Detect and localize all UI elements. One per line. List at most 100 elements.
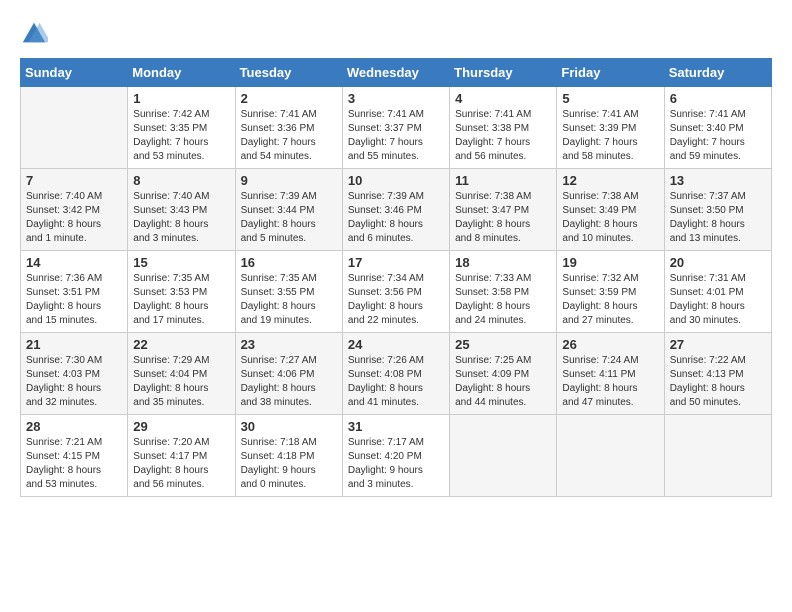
cell-info: Sunrise: 7:18 AMSunset: 4:18 PMDaylight:… <box>241 436 337 492</box>
cell-info: Sunrise: 7:40 AMSunset: 3:42 PMDaylight:… <box>26 190 122 246</box>
calendar-cell: 11 Sunrise: 7:38 AMSunset: 3:47 PMDayligh… <box>450 169 557 251</box>
day-number: 26 <box>562 337 658 352</box>
cell-info: Sunrise: 7:39 AMSunset: 3:44 PMDaylight:… <box>241 190 337 246</box>
calendar-cell <box>664 415 771 497</box>
cell-info: Sunrise: 7:26 AMSunset: 4:08 PMDaylight:… <box>348 354 444 410</box>
calendar-cell: 16Sunrise: 7:35 AMSunset: 3:55 PMDayligh… <box>235 251 342 333</box>
cell-info: Sunrise: 7:39 AMSunset: 3:46 PMDaylight:… <box>348 190 444 246</box>
day-of-week-header: Friday <box>557 59 664 87</box>
cell-info: Sunrise: 7:30 AMSunset: 4:03 PMDaylight:… <box>26 354 122 410</box>
calendar-cell: 25 Sunrise: 7:25 AMSunset: 4:09 PMDayligh… <box>450 333 557 415</box>
calendar-cell: 26 Sunrise: 7:24 AMSunset: 4:11 PMDayligh… <box>557 333 664 415</box>
day-number: 7 <box>26 173 122 188</box>
calendar-cell: 10Sunrise: 7:39 AMSunset: 3:46 PMDayligh… <box>342 169 449 251</box>
calendar-cell <box>450 415 557 497</box>
calendar-cell: 24 Sunrise: 7:26 AMSunset: 4:08 PMDayligh… <box>342 333 449 415</box>
day-number: 5 <box>562 91 658 106</box>
day-number: 1 <box>133 91 229 106</box>
calendar-cell <box>21 87 128 169</box>
day-number: 14 <box>26 255 122 270</box>
day-number: 15 <box>133 255 229 270</box>
cell-info: Sunrise: 7:17 AMSunset: 4:20 PMDaylight:… <box>348 436 444 492</box>
day-number: 28 <box>26 419 122 434</box>
day-of-week-header: Wednesday <box>342 59 449 87</box>
cell-info: Sunrise: 7:31 AMSunset: 4:01 PMDaylight:… <box>670 272 766 328</box>
day-number: 8 <box>133 173 229 188</box>
day-number: 31 <box>348 419 444 434</box>
calendar-cell <box>557 415 664 497</box>
calendar-cell: 15 Sunrise: 7:35 AMSunset: 3:53 PMDayligh… <box>128 251 235 333</box>
calendar-cell: 20 Sunrise: 7:31 AMSunset: 4:01 PMDayligh… <box>664 251 771 333</box>
day-number: 20 <box>670 255 766 270</box>
calendar-week-row: 14Sunrise: 7:36 AMSunset: 3:51 PMDayligh… <box>21 251 772 333</box>
day-number: 2 <box>241 91 337 106</box>
cell-info: Sunrise: 7:21 AMSunset: 4:15 PMDaylight:… <box>26 436 122 492</box>
cell-info: Sunrise: 7:41 AMSunset: 3:39 PMDaylight:… <box>562 108 658 164</box>
calendar-cell: 1 Sunrise: 7:42 AMSunset: 3:35 PMDaylight… <box>128 87 235 169</box>
cell-info: Sunrise: 7:33 AMSunset: 3:58 PMDaylight:… <box>455 272 551 328</box>
calendar-cell: 6 Sunrise: 7:41 AMSunset: 3:40 PMDaylight… <box>664 87 771 169</box>
cell-info: Sunrise: 7:41 AMSunset: 3:37 PMDaylight:… <box>348 108 444 164</box>
calendar-cell: 21 Sunrise: 7:30 AMSunset: 4:03 PMDayligh… <box>21 333 128 415</box>
day-number: 17 <box>348 255 444 270</box>
day-number: 3 <box>348 91 444 106</box>
cell-info: Sunrise: 7:35 AMSunset: 3:55 PMDaylight:… <box>241 272 337 328</box>
calendar-cell: 7 Sunrise: 7:40 AMSunset: 3:42 PMDaylight… <box>21 169 128 251</box>
day-number: 11 <box>455 173 551 188</box>
calendar-cell: 5 Sunrise: 7:41 AMSunset: 3:39 PMDaylight… <box>557 87 664 169</box>
calendar-cell: 13 Sunrise: 7:37 AMSunset: 3:50 PMDayligh… <box>664 169 771 251</box>
cell-info: Sunrise: 7:24 AMSunset: 4:11 PMDaylight:… <box>562 354 658 410</box>
cell-info: Sunrise: 7:35 AMSunset: 3:53 PMDaylight:… <box>133 272 229 328</box>
cell-info: Sunrise: 7:22 AMSunset: 4:13 PMDaylight:… <box>670 354 766 410</box>
day-of-week-header: Thursday <box>450 59 557 87</box>
cell-info: Sunrise: 7:20 AMSunset: 4:17 PMDaylight:… <box>133 436 229 492</box>
calendar-cell: 14Sunrise: 7:36 AMSunset: 3:51 PMDayligh… <box>21 251 128 333</box>
day-of-week-header: Saturday <box>664 59 771 87</box>
cell-info: Sunrise: 7:41 AMSunset: 3:38 PMDaylight:… <box>455 108 551 164</box>
cell-info: Sunrise: 7:38 AMSunset: 3:49 PMDaylight:… <box>562 190 658 246</box>
calendar-week-row: 21 Sunrise: 7:30 AMSunset: 4:03 PMDayligh… <box>21 333 772 415</box>
calendar-cell: 4Sunrise: 7:41 AMSunset: 3:38 PMDaylight… <box>450 87 557 169</box>
cell-info: Sunrise: 7:27 AMSunset: 4:06 PMDaylight:… <box>241 354 337 410</box>
calendar-cell: 27 Sunrise: 7:22 AMSunset: 4:13 PMDayligh… <box>664 333 771 415</box>
cell-info: Sunrise: 7:41 AMSunset: 3:36 PMDaylight:… <box>241 108 337 164</box>
day-number: 25 <box>455 337 551 352</box>
calendar-cell: 23 Sunrise: 7:27 AMSunset: 4:06 PMDayligh… <box>235 333 342 415</box>
calendar-body: 1 Sunrise: 7:42 AMSunset: 3:35 PMDaylight… <box>21 87 772 497</box>
cell-info: Sunrise: 7:38 AMSunset: 3:47 PMDaylight:… <box>455 190 551 246</box>
cell-info: Sunrise: 7:41 AMSunset: 3:40 PMDaylight:… <box>670 108 766 164</box>
calendar-header: SundayMondayTuesdayWednesdayThursdayFrid… <box>21 59 772 87</box>
calendar-table: SundayMondayTuesdayWednesdayThursdayFrid… <box>20 58 772 497</box>
day-number: 30 <box>241 419 337 434</box>
calendar-cell: 22Sunrise: 7:29 AMSunset: 4:04 PMDayligh… <box>128 333 235 415</box>
calendar-cell: 18 Sunrise: 7:33 AMSunset: 3:58 PMDayligh… <box>450 251 557 333</box>
day-number: 22 <box>133 337 229 352</box>
day-number: 13 <box>670 173 766 188</box>
day-number: 6 <box>670 91 766 106</box>
calendar-cell: 3 Sunrise: 7:41 AMSunset: 3:37 PMDaylight… <box>342 87 449 169</box>
day-number: 21 <box>26 337 122 352</box>
calendar-cell: 31 Sunrise: 7:17 AMSunset: 4:20 PMDayligh… <box>342 415 449 497</box>
cell-info: Sunrise: 7:34 AMSunset: 3:56 PMDaylight:… <box>348 272 444 328</box>
calendar-cell: 29 Sunrise: 7:20 AMSunset: 4:17 PMDayligh… <box>128 415 235 497</box>
day-number: 27 <box>670 337 766 352</box>
day-number: 9 <box>241 173 337 188</box>
logo <box>20 20 50 48</box>
day-number: 29 <box>133 419 229 434</box>
calendar-cell: 12Sunrise: 7:38 AMSunset: 3:49 PMDayligh… <box>557 169 664 251</box>
cell-info: Sunrise: 7:25 AMSunset: 4:09 PMDaylight:… <box>455 354 551 410</box>
calendar-cell: 17 Sunrise: 7:34 AMSunset: 3:56 PMDayligh… <box>342 251 449 333</box>
cell-info: Sunrise: 7:37 AMSunset: 3:50 PMDaylight:… <box>670 190 766 246</box>
calendar-week-row: 1 Sunrise: 7:42 AMSunset: 3:35 PMDaylight… <box>21 87 772 169</box>
day-number: 18 <box>455 255 551 270</box>
day-number: 24 <box>348 337 444 352</box>
logo-icon <box>20 20 48 48</box>
page-header <box>20 20 772 48</box>
cell-info: Sunrise: 7:40 AMSunset: 3:43 PMDaylight:… <box>133 190 229 246</box>
calendar-cell: 19Sunrise: 7:32 AMSunset: 3:59 PMDayligh… <box>557 251 664 333</box>
calendar-cell: 2 Sunrise: 7:41 AMSunset: 3:36 PMDaylight… <box>235 87 342 169</box>
calendar-cell: 9 Sunrise: 7:39 AMSunset: 3:44 PMDaylight… <box>235 169 342 251</box>
day-number: 23 <box>241 337 337 352</box>
cell-info: Sunrise: 7:42 AMSunset: 3:35 PMDaylight:… <box>133 108 229 164</box>
day-of-week-header: Monday <box>128 59 235 87</box>
